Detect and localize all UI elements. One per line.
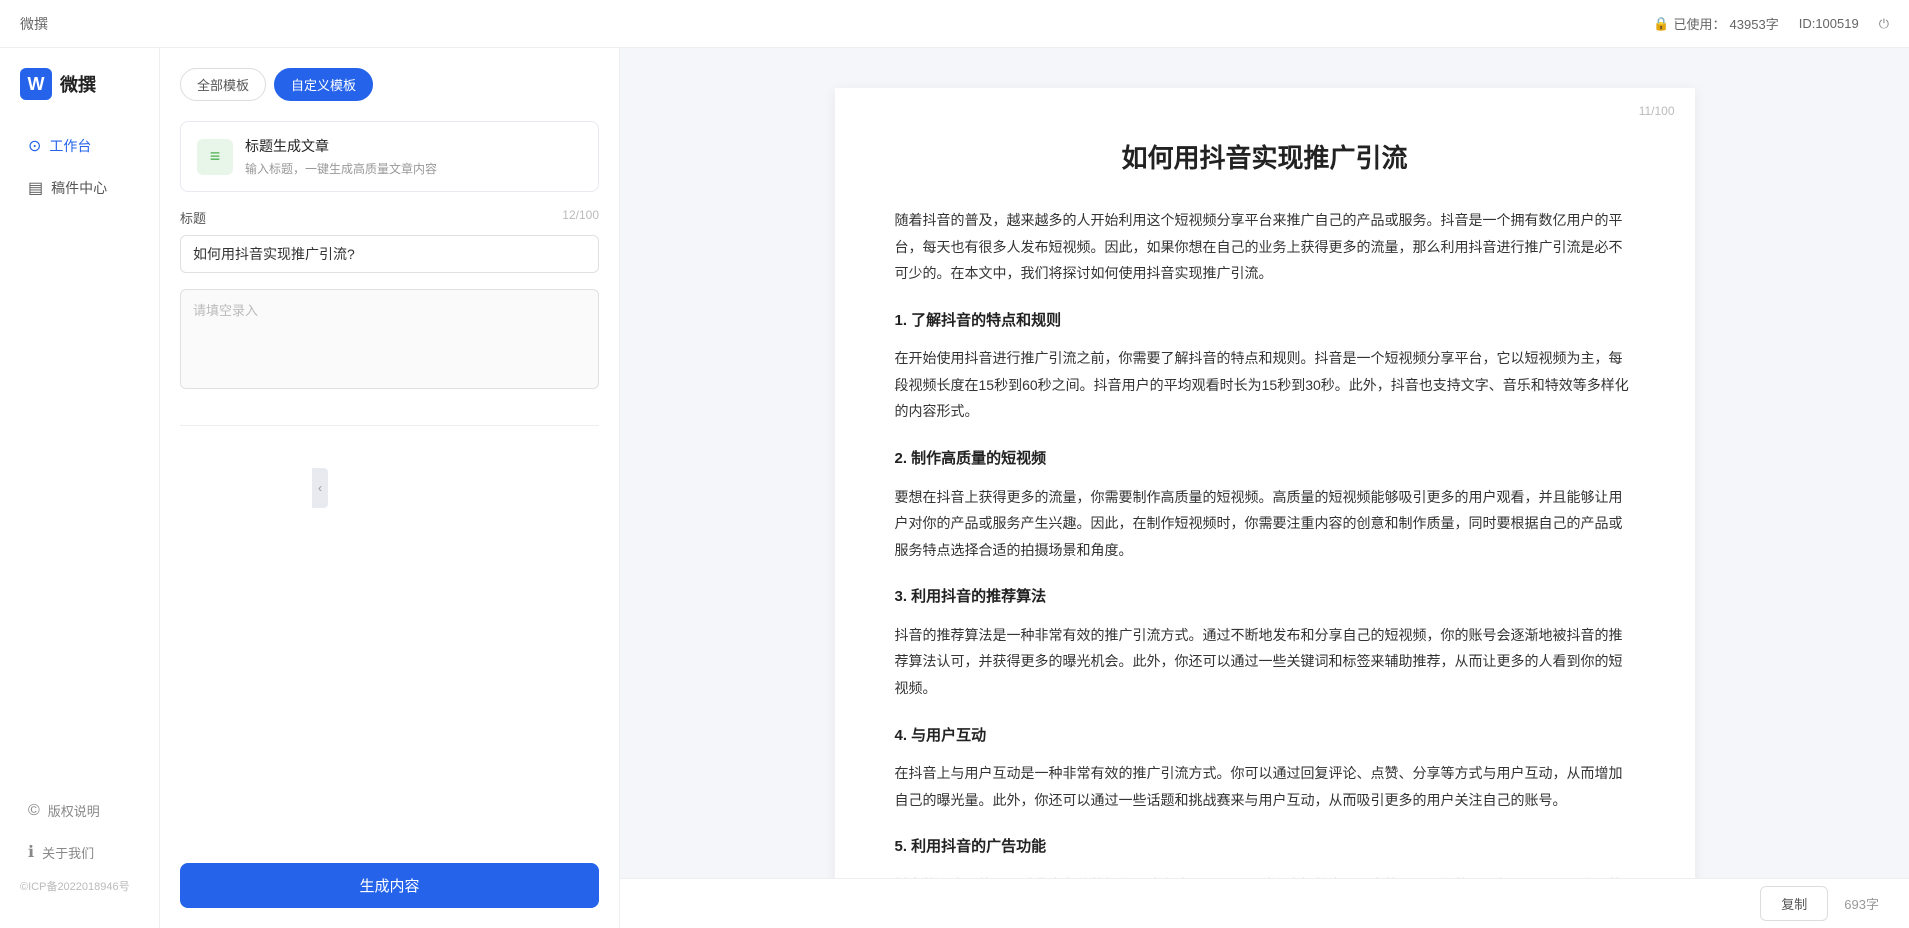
doc-title: 如何用抖音实现推广引流	[895, 138, 1635, 175]
doc-section-3-content: 在抖音上与用户互动是一种非常有效的推广引流方式。你可以通过回复评论、点赞、分享等…	[895, 760, 1635, 813]
doc-section-2-content: 抖音的推荐算法是一种非常有效的推广引流方式。通过不断地发布和分享自己的短视频，你…	[895, 622, 1635, 702]
doc-body: 随着抖音的普及，越来越多的人开始利用这个短视频分享平台来推广自己的产品或服务。抖…	[895, 207, 1635, 878]
doc-section-4: 5. 利用抖音的广告功能 抖音的广告功能是一种非常有效的推广引流方式。你可以通过…	[895, 833, 1635, 878]
doc-section-2: 3. 利用抖音的推荐算法 抖音的推荐算法是一种非常有效的推广引流方式。通过不断地…	[895, 583, 1635, 701]
sidebar-item-workbench[interactable]: ⊙ 工作台	[8, 126, 151, 166]
form-label-title-text: 标题	[180, 208, 206, 227]
form-title-count: 12/100	[562, 208, 599, 227]
doc-section-0-content: 在开始使用抖音进行推广引流之前，你需要了解抖音的特点和规则。抖音是一个短视频分享…	[895, 345, 1635, 425]
sidebar-item-about[interactable]: ℹ 关于我们	[8, 832, 151, 872]
form-section-placeholder: 请填空录入	[180, 289, 599, 389]
title-input[interactable]	[180, 235, 599, 273]
content-area: ‹ 全部模板 自定义模板 ≡ 标题生成文章 输入标题，一键生成高质量文章内容 标…	[160, 48, 1909, 928]
left-panel: 全部模板 自定义模板 ≡ 标题生成文章 输入标题，一键生成高质量文章内容 标题 …	[160, 48, 620, 928]
doc-footer: 复制 693字	[620, 878, 1909, 928]
sidebar-nav: ⊙ 工作台 ▤ 稿件中心	[0, 124, 159, 789]
sidebar: W 微撰 ⊙ 工作台 ▤ 稿件中心 © 版权说明 ℹ 关于我们 ©ICP备202…	[0, 48, 160, 928]
drafts-icon: ▤	[28, 178, 43, 198]
form-section-title: 标题 12/100	[180, 208, 599, 273]
usage-icon: 🔒	[1653, 16, 1669, 32]
topbar-title: 微撰	[20, 14, 48, 34]
usage-info: 🔒 已使用： 43953字	[1653, 14, 1778, 33]
doc-section-1-heading: 2. 制作高质量的短视频	[895, 445, 1635, 474]
sidebar-item-drafts[interactable]: ▤ 稿件中心	[8, 168, 151, 208]
workbench-icon: ⊙	[28, 136, 41, 156]
logo-icon: W	[20, 68, 52, 100]
sidebar-item-workbench-label: 工作台	[49, 136, 91, 156]
template-card-name: 标题生成文章	[245, 136, 437, 156]
form-divider	[180, 425, 599, 426]
usage-label: 已使用：	[1674, 14, 1726, 33]
template-tab-row: 全部模板 自定义模板	[180, 68, 599, 101]
sidebar-collapse-button[interactable]: ‹	[312, 468, 328, 508]
tab-custom-templates[interactable]: 自定义模板	[274, 68, 373, 101]
form-label-title: 标题 12/100	[180, 208, 599, 227]
power-icon[interactable]: ⏻	[1879, 16, 1889, 32]
template-card-icon: ≡	[197, 139, 233, 175]
placeholder-area[interactable]: 请填空录入	[180, 289, 599, 389]
main-layout: W 微撰 ⊙ 工作台 ▤ 稿件中心 © 版权说明 ℹ 关于我们 ©ICP备202…	[0, 48, 1909, 928]
template-card-info: 标题生成文章 输入标题，一键生成高质量文章内容	[245, 136, 437, 177]
doc-page-num: 11/100	[1639, 104, 1675, 118]
doc-section-3-heading: 4. 与用户互动	[895, 722, 1635, 751]
doc-section-4-heading: 5. 利用抖音的广告功能	[895, 833, 1635, 862]
sidebar-item-copyright-label: 版权说明	[48, 801, 100, 820]
doc-area: 11/100 如何用抖音实现推广引流 随着抖音的普及，越来越多的人开始利用这个短…	[620, 48, 1909, 878]
doc-intro: 随着抖音的普及，越来越多的人开始利用这个短视频分享平台来推广自己的产品或服务。抖…	[895, 207, 1635, 287]
doc-section-3: 4. 与用户互动 在抖音上与用户互动是一种非常有效的推广引流方式。你可以通过回复…	[895, 722, 1635, 814]
tab-all-templates[interactable]: 全部模板	[180, 68, 266, 101]
doc-section-1: 2. 制作高质量的短视频 要想在抖音上获得更多的流量，你需要制作高质量的短视频。…	[895, 445, 1635, 563]
topbar: 微撰 🔒 已使用： 43953字 ID:100519 ⏻	[0, 0, 1909, 48]
sidebar-item-about-label: 关于我们	[42, 843, 94, 862]
doc-section-1-content: 要想在抖音上获得更多的流量，你需要制作高质量的短视频。高质量的短视频能够吸引更多…	[895, 484, 1635, 564]
copyright-icon: ©	[28, 802, 40, 820]
word-count: 693字	[1844, 894, 1879, 913]
doc-section-0: 1. 了解抖音的特点和规则 在开始使用抖音进行推广引流之前，你需要了解抖音的特点…	[895, 307, 1635, 425]
sidebar-item-drafts-label: 稿件中心	[51, 178, 107, 198]
icp-text: ©ICP备2022018946号	[0, 874, 159, 898]
logo: W 微撰	[0, 68, 159, 124]
sidebar-item-copyright[interactable]: © 版权说明	[8, 791, 151, 830]
about-icon: ℹ	[28, 842, 34, 862]
right-panel: 11/100 如何用抖音实现推广引流 随着抖音的普及，越来越多的人开始利用这个短…	[620, 48, 1909, 928]
doc-section-0-heading: 1. 了解抖音的特点和规则	[895, 307, 1635, 336]
generate-button[interactable]: 生成内容	[180, 863, 599, 908]
logo-text: 微撰	[60, 71, 96, 97]
doc-section-2-heading: 3. 利用抖音的推荐算法	[895, 583, 1635, 612]
copy-button[interactable]: 复制	[1760, 886, 1828, 921]
usage-value: 43953字	[1730, 14, 1779, 33]
topbar-right: 🔒 已使用： 43953字 ID:100519 ⏻	[1653, 14, 1889, 33]
doc-page: 11/100 如何用抖音实现推广引流 随着抖音的普及，越来越多的人开始利用这个短…	[835, 88, 1695, 878]
doc-section-4-content: 抖音的广告功能是一种非常有效的推广引流方式。你可以通过广告投放来让更多的人看到你…	[895, 872, 1635, 878]
user-id: ID:100519	[1799, 16, 1859, 31]
template-card[interactable]: ≡ 标题生成文章 输入标题，一键生成高质量文章内容	[180, 121, 599, 192]
template-card-desc: 输入标题，一键生成高质量文章内容	[245, 160, 437, 177]
sidebar-bottom: © 版权说明 ℹ 关于我们 ©ICP备2022018946号	[0, 789, 159, 908]
